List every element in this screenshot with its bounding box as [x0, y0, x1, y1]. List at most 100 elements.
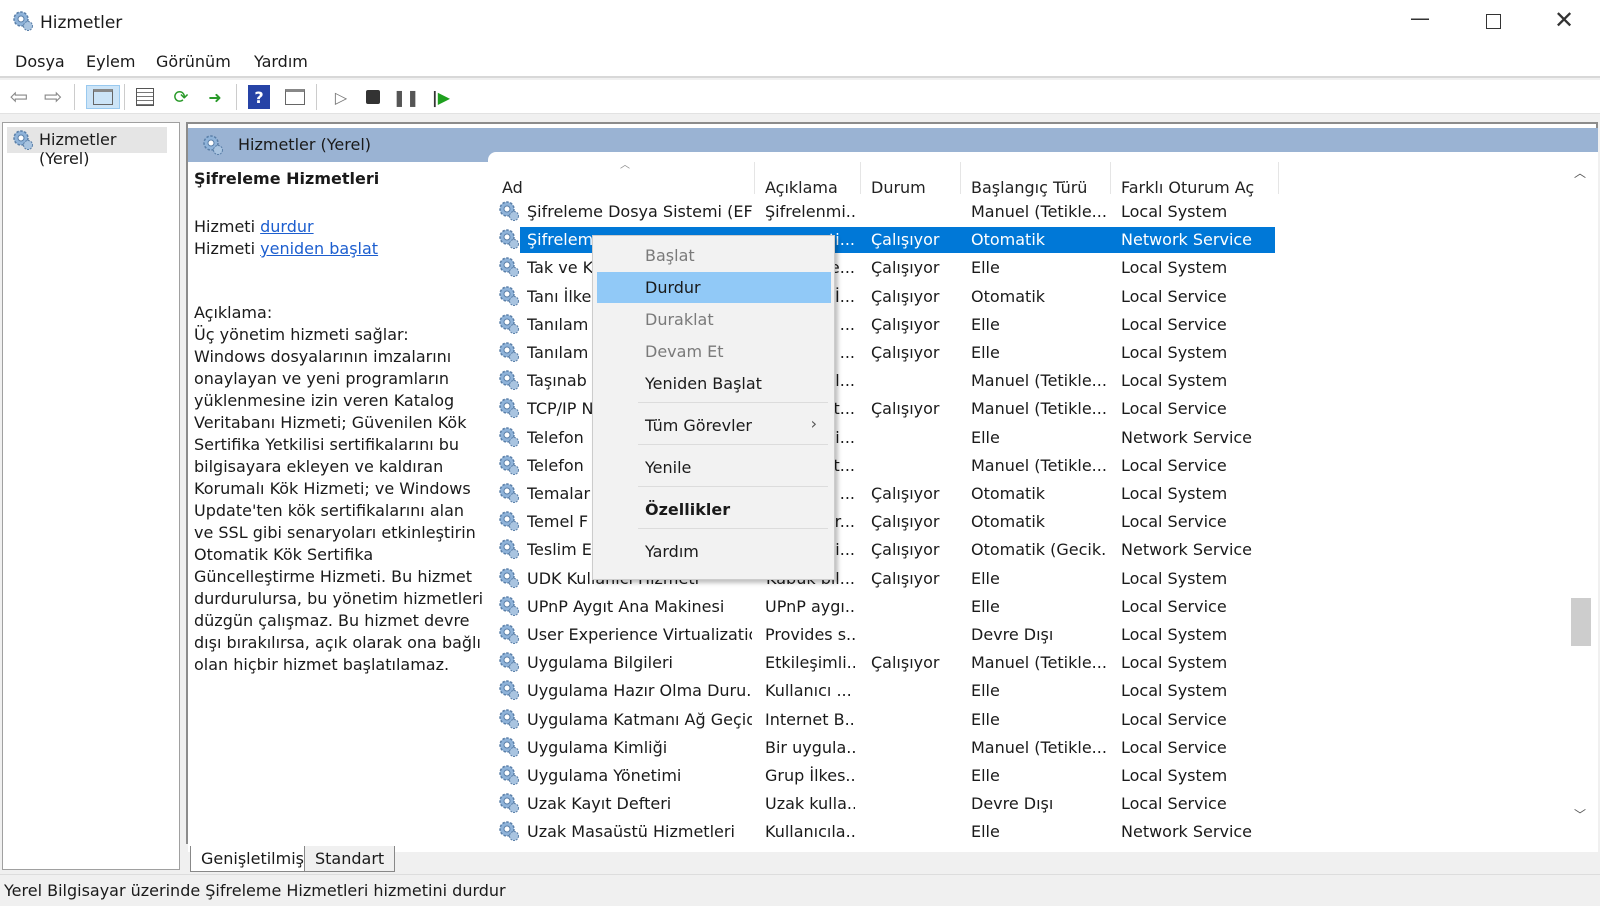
table-row[interactable]: Uygulama Katmanı Ağ Geçid... Internet B..… [498, 706, 1278, 734]
pause-service-icon[interactable]: ❚❚ [393, 85, 420, 109]
table-row[interactable]: User Experience Virtualizatio... Provides… [498, 621, 1278, 649]
tree-item-services-local[interactable]: Hizmetler (Yerel) [7, 127, 167, 168]
table-row[interactable]: Şifreleme Dosya Sistemi (EFS) Şifrelenmi.… [498, 198, 1278, 226]
properties-icon[interactable] [132, 85, 158, 109]
cell-name: UPnP Aygıt Ana Makinesi [527, 596, 725, 616]
show-action-pane-icon[interactable] [282, 85, 308, 109]
show-hide-console-tree-icon[interactable] [86, 85, 120, 109]
cell-name: Uygulama Kimliği [527, 737, 668, 757]
menu-gorunum[interactable]: Görünüm [156, 52, 231, 71]
cell-log-on-as: Network Service [1121, 822, 1253, 842]
cell-log-on-as: Local Service [1121, 455, 1227, 475]
column-header-status[interactable]: Durum [871, 178, 926, 197]
context-menu-item[interactable]: Yardım [597, 536, 831, 567]
description-panel: Şifreleme Hizmetleri Hizmeti durdur Hizm… [194, 168, 484, 676]
cell-log-on-as: Local System [1121, 343, 1228, 362]
cell-name: Uzak Masaüstü Hizmetleri [527, 822, 735, 842]
cell-startup-type: Elle [971, 709, 1000, 729]
gear-icon [499, 398, 520, 419]
menu-item-label: Yardım [645, 542, 699, 561]
gear-icon [499, 342, 520, 363]
export-list-icon[interactable]: ➜ [202, 85, 228, 109]
menu-divider [638, 444, 828, 445]
gear-icon [499, 511, 520, 532]
cell-startup-type: Manuel (Tetikle... [971, 455, 1106, 475]
table-row[interactable]: Uygulama Kimliği Bir uygula... Manuel (Tet… [498, 734, 1278, 762]
cell-status: Çalışıyor [871, 314, 940, 334]
start-service-icon[interactable]: ▷ [328, 85, 354, 109]
forward-icon[interactable]: ⇨ [40, 85, 66, 110]
menu-item-label: Devam Et [645, 342, 724, 361]
gear-icon [499, 455, 520, 476]
gear-icon [499, 285, 520, 306]
cell-startup-type: Elle [971, 427, 1000, 447]
cell-description: Bir uygula... [765, 737, 855, 757]
scroll-down-icon[interactable]: ﹀ [1574, 806, 1586, 823]
menu-divider [638, 528, 828, 529]
maximize-button[interactable] [1486, 14, 1501, 29]
cell-startup-type: Otomatik [971, 512, 1046, 532]
restart-service-icon[interactable]: | ▶ [428, 85, 454, 109]
cell-description: Etkileşimli... [765, 653, 855, 673]
cell-name: User Experience Virtualizatio... [527, 625, 752, 644]
tab-extended[interactable]: Genişletilmiş [190, 846, 314, 872]
status-bar: Yerel Bilgisayar üzerinde Şifreleme Hizm… [0, 874, 1600, 906]
context-menu-item[interactable]: Yenile [597, 452, 831, 483]
column-header-name[interactable]: Ad [502, 178, 523, 197]
toolbar: ⇦ ⇨ ⟳ ➜ ? ▷ ❚❚ | ▶ [0, 80, 1600, 114]
vertical-scrollbar[interactable]: ︿ ﹀ [1568, 164, 1592, 826]
cell-status: Çalışıyor [871, 512, 940, 532]
table-row[interactable]: Uzak Kayıt Defteri Uzak kulla... Devre Dış… [498, 790, 1278, 818]
gear-icon [13, 11, 34, 32]
refresh-icon[interactable]: ⟳ [168, 85, 194, 109]
tab-standard[interactable]: Standart [304, 846, 396, 872]
view-tabs: Genişletilmiş Standart [186, 846, 1598, 872]
help-icon[interactable]: ? [248, 85, 270, 109]
table-row[interactable]: Uygulama Bilgileri Etkileşimli... Çalışıyo… [498, 649, 1278, 677]
cell-startup-type: Devre Dışı [971, 625, 1054, 644]
stop-service-link[interactable]: durdur [260, 217, 313, 236]
back-icon[interactable]: ⇦ [6, 85, 32, 110]
cell-description: Şifrelenmi... [765, 202, 855, 221]
table-row[interactable]: UPnP Aygıt Ana Makinesi UPnP aygı... Elle L… [498, 593, 1278, 621]
gear-icon [499, 426, 520, 447]
column-header-log-on-as[interactable]: Farklı Oturum Aç [1121, 178, 1254, 197]
menu-divider [638, 402, 828, 403]
context-menu-item: Devam Et [597, 336, 831, 367]
scroll-up-icon[interactable]: ︿ [1574, 164, 1586, 181]
stop-service-icon[interactable] [360, 85, 386, 109]
cell-status: Çalışıyor [871, 286, 940, 306]
context-menu-item[interactable]: Tüm Görevler › [597, 410, 831, 441]
cell-description: UPnP aygı... [765, 596, 855, 616]
column-header-description[interactable]: Açıklama [765, 178, 838, 197]
cell-log-on-as: Local System [1121, 371, 1228, 391]
table-row[interactable]: Uygulama Yönetimi Grup İlkes... Elle Local … [498, 762, 1278, 790]
restart-service-link[interactable]: yeniden başlat [260, 239, 378, 258]
cell-startup-type: Elle [971, 314, 1000, 334]
menu-yardim[interactable]: Yardım [254, 52, 308, 71]
gear-icon [499, 765, 520, 786]
column-header-startup-type[interactable]: Başlangıç Türü [971, 178, 1087, 197]
context-menu-item[interactable]: Durdur [597, 272, 831, 303]
cell-status: Çalışıyor [871, 399, 940, 419]
table-row[interactable]: Uygulama Hazır Olma Duru... Kullanıcı ...… [498, 677, 1278, 705]
scrollbar-thumb[interactable] [1571, 598, 1591, 646]
table-row[interactable]: Uzak Masaüstü Hizmetleri Kullanıcıla... El… [498, 818, 1278, 846]
context-menu-item[interactable]: Yeniden Başlat [597, 368, 831, 399]
menu-item-label: Başlat [645, 246, 695, 265]
cell-startup-type: Otomatik (Gecik... [971, 540, 1106, 560]
menu-eylem[interactable]: Eylem [86, 52, 135, 71]
cell-log-on-as: Local Service [1121, 596, 1227, 616]
gear-icon [499, 370, 520, 391]
cell-name: Uygulama Katmanı Ağ Geçid... [527, 709, 752, 729]
minimize-button[interactable]: — [1410, 6, 1430, 30]
cell-startup-type: Devre Dışı [971, 794, 1054, 814]
close-button[interactable]: ✕ [1554, 6, 1574, 34]
context-menu-item[interactable]: Özellikler [597, 494, 831, 525]
tree-item-label: Hizmetler (Yerel) [39, 130, 117, 168]
chevron-right-icon: › [810, 414, 817, 433]
title-bar: Hizmetler — ✕ [0, 0, 1600, 46]
cell-log-on-as: Local System [1121, 653, 1228, 673]
gear-icon [203, 135, 224, 156]
menu-dosya[interactable]: Dosya [15, 52, 65, 71]
